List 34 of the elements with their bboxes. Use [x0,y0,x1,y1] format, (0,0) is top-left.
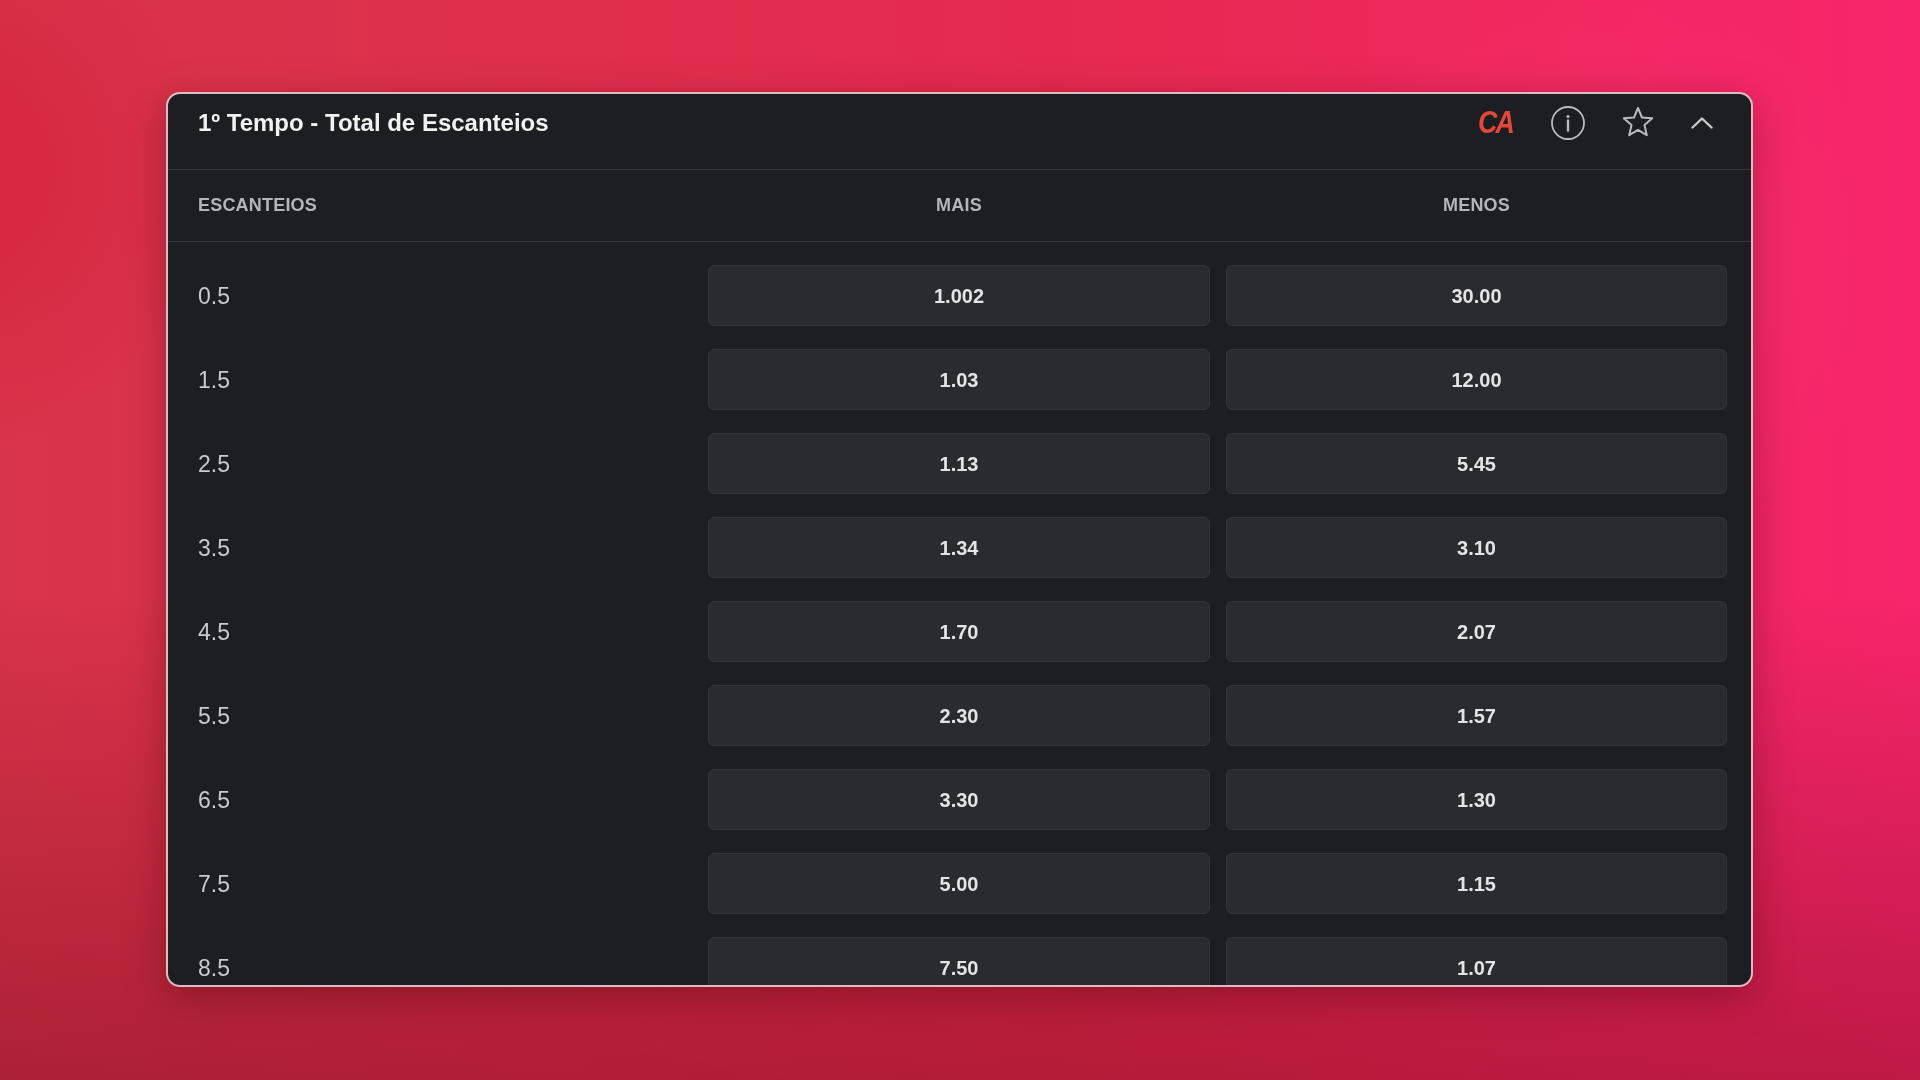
line-label: 6.5 [198,787,230,812]
odds-button[interactable]: 1.57 [1226,685,1727,746]
odds-button[interactable]: 5.45 [1226,433,1727,494]
odds-button[interactable]: 1.30 [1226,769,1727,830]
line-label: 0.5 [198,283,230,308]
column-header: MENOS [1443,195,1510,216]
odds-button[interactable]: 5.00 [708,853,1210,914]
line-label: 8.5 [198,955,230,980]
odds-button[interactable]: 1.002 [708,265,1210,326]
market-title: 1º Tempo - Total de Escanteios [198,108,549,138]
chevron-icon[interactable] [1691,117,1713,129]
line-label: 7.5 [198,871,230,896]
odds-button[interactable]: 30.00 [1226,265,1727,326]
line-label: 1.5 [198,367,230,392]
info-icon[interactable] [1551,106,1585,140]
column-header: ESCANTEIOS [198,195,318,216]
line-label: 2.5 [198,451,230,476]
odds-button[interactable]: 3.10 [1226,517,1727,578]
line-label: 3.5 [198,535,230,560]
line-label: 4.5 [198,619,230,644]
brand-logo: CA [1478,107,1515,139]
odds-button[interactable]: 1.34 [708,517,1210,578]
odds-button[interactable]: 2.07 [1226,601,1727,662]
odds-button[interactable]: 1.03 [708,349,1210,410]
odds-button[interactable]: 1.70 [708,601,1210,662]
odds-button[interactable]: 3.30 [708,769,1210,830]
odds-button[interactable]: 1.13 [708,433,1210,494]
odds-button[interactable]: 7.50 [708,937,1210,985]
column-header: MAIS [936,195,982,216]
odds-button[interactable]: 1.15 [1226,853,1727,914]
odds-button[interactable]: 2.30 [708,685,1210,746]
line-label: 5.5 [198,703,230,728]
odds-button[interactable]: 1.07 [1226,937,1727,985]
odds-button[interactable]: 12.00 [1226,349,1727,410]
